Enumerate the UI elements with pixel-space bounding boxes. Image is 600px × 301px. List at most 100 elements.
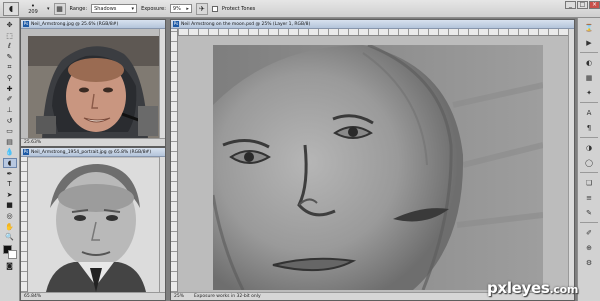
doc1-zoom[interactable]: 25.63% [24, 140, 41, 145]
document-window-2[interactable]: Ps Neil_Armstrong_1954_portrait.jpg @ 65… [20, 147, 166, 301]
zoom-tool-icon[interactable]: 🔍 [3, 232, 17, 243]
dodge-preset-icon: ◖ [8, 4, 14, 13]
sketch-artwork [211, 43, 544, 291]
protect-tones-checkbox[interactable] [211, 5, 218, 12]
brush-panel-icon: ▦ [56, 4, 63, 13]
quick-select-icon[interactable]: ✎ [3, 52, 17, 63]
exposure-field[interactable]: 9% ▸ [169, 4, 192, 13]
brush-size: 209 [28, 8, 38, 15]
quick-mask-icon[interactable]: ◙ [3, 260, 17, 271]
hand-tool-icon[interactable]: ✋ [3, 221, 17, 232]
exposure-value: 9% [172, 5, 181, 12]
gradient-icon[interactable]: ▤ [3, 137, 17, 148]
eraser-icon[interactable]: ▭ [3, 126, 17, 137]
channels-panel-icon[interactable]: ≡ [582, 191, 596, 204]
doc2-vertical-ruler[interactable] [21, 157, 28, 292]
history-panel-icon[interactable]: ⌛ [582, 21, 596, 34]
panel-divider [580, 102, 598, 103]
brush-picker[interactable]: • 209 [23, 2, 43, 16]
adjustments-panel-icon[interactable]: ◑ [582, 141, 596, 154]
doc3-scrollbar[interactable] [568, 29, 574, 292]
watermark-suffix: .com [549, 283, 579, 296]
crop-tool-icon[interactable]: ⌗ [3, 62, 17, 73]
lasso-tool-icon[interactable]: ℓ [3, 41, 17, 52]
styles-panel-icon[interactable]: ✦ [582, 86, 596, 99]
tool-presets-panel-icon[interactable]: ⚙ [582, 256, 596, 269]
doc1-statusbar: 25.63% [21, 138, 165, 146]
masks-panel-icon[interactable]: ◯ [582, 156, 596, 169]
actions-panel-icon[interactable]: ▶ [582, 36, 596, 49]
healing-brush-icon[interactable]: ✚ [3, 84, 17, 95]
range-label: Range: [69, 5, 88, 12]
pxleyes-watermark: pxleyes.com [487, 279, 578, 297]
doc2-title: Neil_Armstrong_1954_portrait.jpg @ 65.8%… [31, 149, 152, 155]
character-panel-icon[interactable]: A [582, 106, 596, 119]
panel-divider [580, 222, 598, 223]
minimize-button[interactable]: _ [565, 1, 576, 9]
document-window-1[interactable]: Ps Neil_Armstrong.jpg @ 25.6% (RGB/8#) 2… [20, 19, 166, 147]
tool-preset-picker[interactable]: ◖ [3, 1, 19, 16]
toolbox: ✥ ⬚ ℓ ✎ ⌗ ⚲ ✚ ✐ ⊥ ↺ ▭ ▤ 💧 ◖ ✒ T ➤ ■ ◎ ✋ … [0, 18, 20, 301]
maximize-button[interactable]: □ [577, 1, 588, 9]
doc1-titlebar[interactable]: Ps Neil_Armstrong.jpg @ 25.6% (RGB/8#) [21, 20, 165, 29]
brushes-panel-icon[interactable]: ✐ [582, 226, 596, 239]
chevron-right-icon: ▸ [186, 5, 189, 12]
doc3-status-text: Exposure works in 32-bit only [194, 294, 261, 299]
doc3-horizontal-ruler[interactable] [178, 29, 568, 36]
airbrush-toggle[interactable]: ✈ [195, 2, 208, 15]
panel-divider [580, 172, 598, 173]
type-tool-icon[interactable]: T [3, 179, 17, 190]
paragraph-panel-icon[interactable]: ¶ [582, 121, 596, 134]
doc3-vertical-ruler[interactable] [171, 29, 178, 292]
brush-dropdown-icon[interactable]: ▾ [47, 6, 50, 12]
marquee-tool-icon[interactable]: ⬚ [3, 31, 17, 42]
doc1-title: Neil_Armstrong.jpg @ 25.6% (RGB/8#) [31, 21, 119, 27]
history-brush-icon[interactable]: ↺ [3, 115, 17, 126]
doc3-title: Neil Armstrong on the moon.psd @ 25% (La… [181, 21, 311, 27]
clone-source-panel-icon[interactable]: ⊕ [582, 241, 596, 254]
color-swatches[interactable] [2, 244, 18, 260]
pen-tool-icon[interactable]: ✒ [3, 168, 17, 179]
panel-divider [580, 137, 598, 138]
astronaut-photo [28, 36, 159, 140]
exposure-label: Exposure: [141, 5, 166, 12]
options-bar: ◖ • 209 ▾ ▦ Range: Shadows ▾ Exposure: 9… [0, 0, 600, 18]
protect-tones-label: Protect Tones [221, 5, 256, 12]
doc1-canvas[interactable] [28, 36, 159, 140]
layers-panel-icon[interactable]: ❏ [582, 176, 596, 189]
three-d-rotate-icon[interactable]: ◎ [3, 211, 17, 222]
doc2-titlebar[interactable]: Ps Neil_Armstrong_1954_portrait.jpg @ 65… [21, 148, 165, 157]
chevron-down-icon: ▾ [131, 5, 135, 12]
paths-panel-icon[interactable]: ✎ [582, 206, 596, 219]
eyedropper-icon[interactable]: ⚲ [3, 73, 17, 84]
panel-dock: ⌛ ▶ ◐ ▦ ✦ A ¶ ◑ ◯ ❏ ≡ ✎ ✐ ⊕ ⚙ [577, 18, 600, 301]
brush-tool-icon[interactable]: ✐ [3, 94, 17, 105]
portrait-photo [28, 158, 159, 292]
doc2-canvas[interactable] [28, 158, 159, 292]
doc2-zoom[interactable]: 65.84% [24, 294, 41, 299]
doc3-canvas[interactable] [211, 43, 544, 291]
range-value: Shadows [94, 5, 117, 12]
dodge-tool-icon[interactable]: ◖ [2, 157, 17, 169]
color-panel-icon[interactable]: ◐ [582, 56, 596, 69]
blur-icon[interactable]: 💧 [3, 147, 17, 158]
clone-stamp-icon[interactable]: ⊥ [3, 105, 17, 116]
doc3-zoom[interactable]: 25% [174, 294, 184, 299]
move-tool-icon[interactable]: ✥ [3, 20, 17, 31]
airbrush-icon: ✈ [198, 4, 205, 13]
panel-divider [580, 52, 598, 53]
range-select[interactable]: Shadows ▾ [91, 4, 138, 13]
path-select-icon[interactable]: ➤ [3, 190, 17, 201]
doc3-titlebar[interactable]: Ps Neil Armstrong on the moon.psd @ 25% … [171, 20, 574, 29]
shape-tool-icon[interactable]: ■ [3, 200, 17, 211]
photoshop-doc-icon: Ps [23, 21, 29, 27]
close-button[interactable]: × [589, 1, 600, 9]
doc2-scrollbar[interactable] [159, 157, 165, 292]
doc1-scrollbar[interactable] [159, 29, 165, 138]
background-color[interactable] [7, 250, 17, 260]
swatches-panel-icon[interactable]: ▦ [582, 71, 596, 84]
brush-panel-toggle[interactable]: ▦ [53, 2, 66, 15]
doc2-statusbar: 65.84% [21, 292, 165, 300]
document-window-main[interactable]: Ps Neil Armstrong on the moon.psd @ 25% … [170, 19, 575, 301]
watermark-main: pxleyes [487, 279, 550, 297]
